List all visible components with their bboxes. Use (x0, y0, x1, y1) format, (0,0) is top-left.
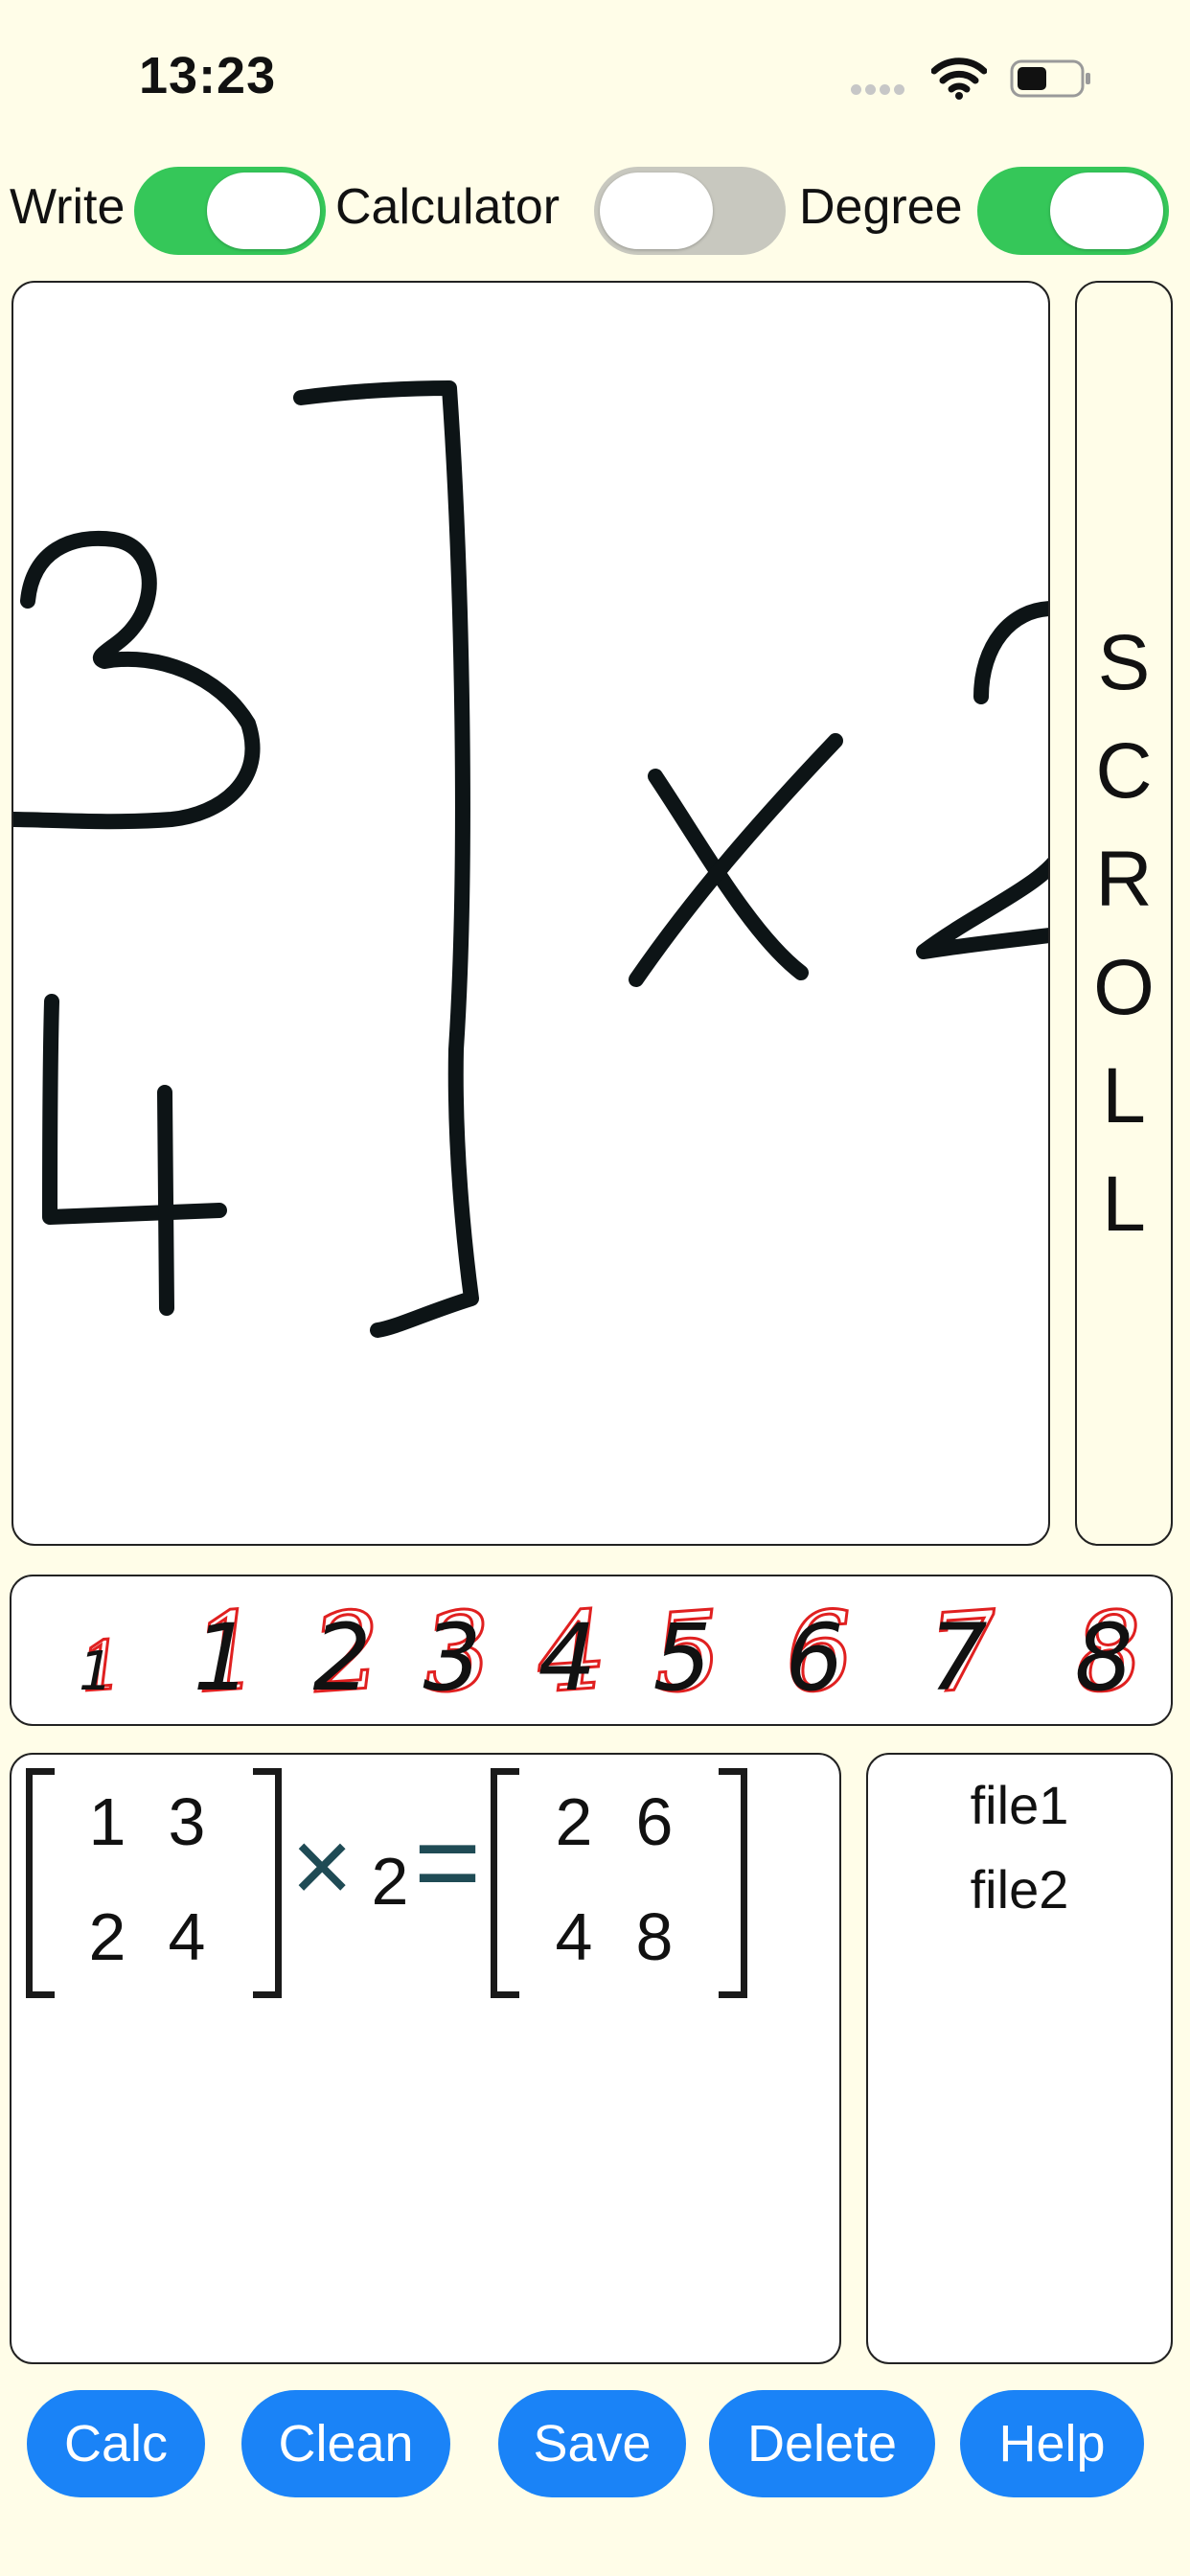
write-toggle[interactable] (134, 167, 326, 255)
matrix-cell: 8 (635, 1899, 674, 1974)
scroll-bar[interactable]: SCROLL (1075, 281, 1173, 1546)
hint-digit: 88 (1069, 1587, 1149, 1719)
svg-text:1: 1 (193, 1604, 251, 1712)
stroke-digit-4 (42, 994, 227, 1225)
clean-button[interactable]: Clean (241, 2390, 450, 2497)
hint-digit: 55 (648, 1587, 727, 1719)
stroke-digit-4-vertical (157, 1085, 174, 1316)
status-time: 13:23 (139, 47, 277, 104)
right-matrix-bracket-close (719, 1768, 747, 1998)
left-matrix-bracket-open (26, 1768, 55, 1998)
hint-digit: 11 (77, 1624, 127, 1709)
delete-button[interactable]: Delete (709, 2390, 935, 2497)
svg-text:8: 8 (1074, 1604, 1133, 1712)
handwriting-strokes (13, 380, 1048, 1338)
scroll-letter: C (1095, 727, 1153, 815)
stroke-digit-2 (973, 601, 1048, 704)
svg-text:1: 1 (79, 1641, 113, 1703)
multiply-operator: × (291, 1807, 354, 1925)
matrix-cell: 2 (88, 1899, 126, 1974)
scroll-label: SCROLL (1077, 609, 1171, 1258)
equals-operator: = (414, 1798, 482, 1926)
hint-digit: 66 (780, 1587, 859, 1719)
svg-text:4: 4 (538, 1604, 596, 1712)
save-button[interactable]: Save (498, 2390, 686, 2497)
stroke-bracket (293, 380, 479, 1338)
degree-label: Degree (799, 179, 963, 235)
matrix-cell: 4 (555, 1899, 593, 1974)
hint-digit: 77 (924, 1587, 1004, 1719)
matrix-cell: 6 (635, 1784, 674, 1859)
degree-toggle[interactable] (977, 167, 1169, 255)
stroke-digit-3 (13, 531, 261, 830)
help-button[interactable]: Help (960, 2390, 1144, 2497)
cellular-signal-icon (851, 82, 908, 100)
matrix-cell: 3 (168, 1784, 206, 1859)
hint-digit: 22 (307, 1587, 387, 1719)
result-panel: 1 3 2 4 × 2 = 2 6 4 8 (10, 1753, 841, 2364)
hint-digit: 44 (532, 1587, 612, 1719)
file-item-file1[interactable]: file1 (868, 1774, 1171, 1836)
svg-text:7: 7 (928, 1604, 987, 1712)
handwriting-canvas[interactable] (11, 281, 1050, 1546)
wifi-icon (931, 58, 987, 100)
hint-digit: 33 (418, 1587, 497, 1719)
calculator-label: Calculator (335, 179, 561, 235)
toggle-knob (1050, 172, 1163, 249)
matrix-cell: 2 (555, 1784, 593, 1859)
file-list: file1 file2 (866, 1753, 1173, 2364)
toggle-knob (600, 172, 713, 249)
digit-hint-strip: 111122334455667788 (10, 1575, 1173, 1726)
svg-text:3: 3 (423, 1604, 481, 1712)
calculator-toggle[interactable] (594, 167, 786, 255)
left-matrix-bracket-close (253, 1768, 282, 1998)
svg-text:6: 6 (785, 1604, 843, 1712)
matrix-cell: 4 (168, 1899, 206, 1974)
scroll-letter: L (1102, 1052, 1146, 1139)
right-matrix-bracket-open (491, 1768, 519, 1998)
calc-button[interactable]: Calc (27, 2390, 205, 2497)
svg-text:2: 2 (312, 1604, 371, 1712)
toggle-knob (207, 172, 320, 249)
svg-text:5: 5 (652, 1604, 711, 1712)
write-label: Write (10, 179, 126, 235)
stroke-multiply-b (629, 733, 843, 987)
scroll-letter: O (1093, 944, 1155, 1031)
hint-digit: 11 (188, 1587, 267, 1719)
scroll-letter: L (1102, 1161, 1146, 1248)
hint-digits: 11 11 22 33 44 55 66 77 88 (77, 1587, 1149, 1719)
scroll-letter: R (1095, 836, 1153, 923)
scroll-letter: S (1097, 619, 1151, 706)
battery-icon (1010, 59, 1090, 98)
file-item-file2[interactable]: file2 (868, 1858, 1171, 1920)
matrix-cell: 1 (88, 1784, 126, 1859)
